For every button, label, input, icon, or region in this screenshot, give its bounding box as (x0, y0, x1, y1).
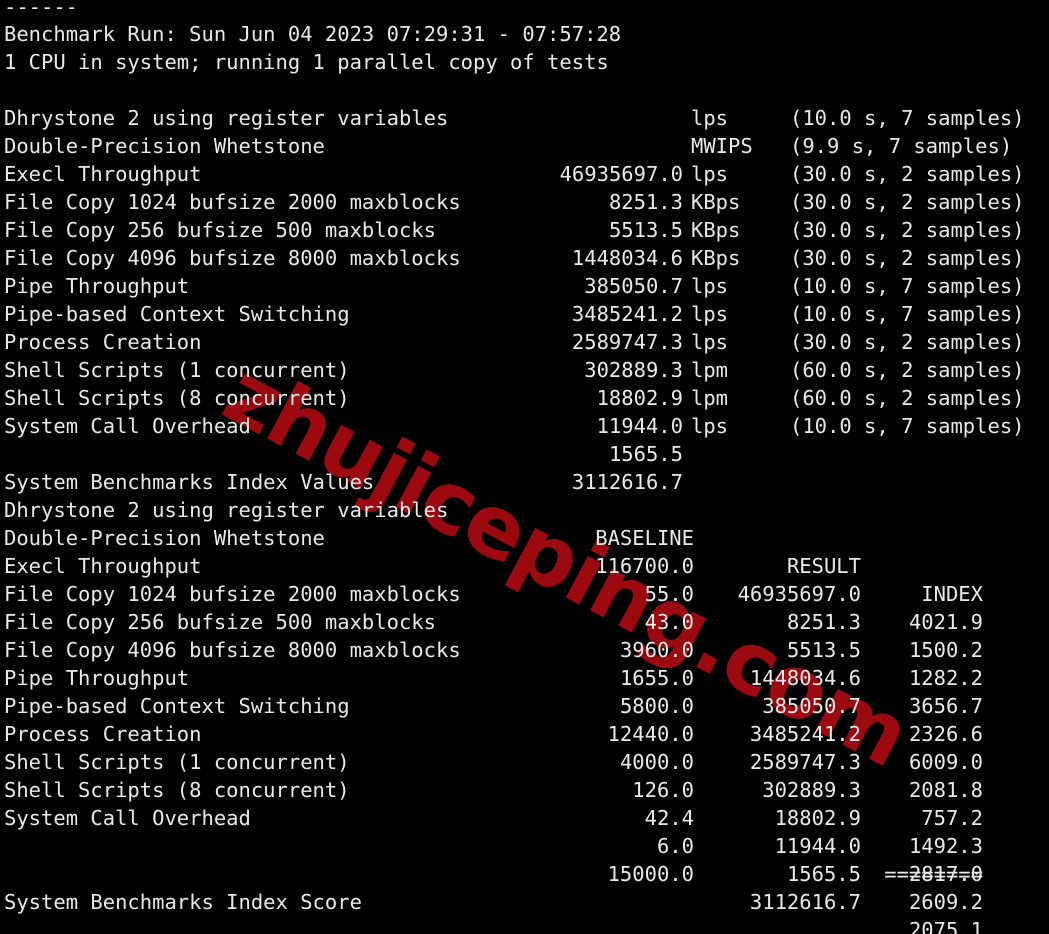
result-unit: lps (691, 162, 729, 186)
index-table-row: File Copy 256 bufsize 500 maxblocks 1655… (0, 608, 983, 746)
index-table-row: Dhrystone 2 using register variables 116… (0, 496, 983, 634)
terminal-window: zhujiceping.com ------------------------… (0, 0, 1049, 934)
index-table-row: Execl Throughput 43.0 5513.5 1282.2 (0, 552, 983, 690)
result-label: File Copy 4096 bufsize 8000 maxblocks (4, 246, 461, 270)
result-row: Pipe-based Context Switching 302889.3 lp… (0, 300, 1025, 382)
index-table-row: Shell Scripts (1 concurrent) 42.4 11944.… (0, 748, 983, 886)
score-separator-row: ======== (0, 832, 983, 886)
result-unit: MWIPS (691, 134, 753, 158)
index-score-label: System Benchmarks Index Score (4, 890, 362, 914)
separator-rule-top: ----------------------------------------… (0, 0, 74, 20)
index-table-row: Pipe-based Context Switching 4000.0 3028… (0, 692, 983, 830)
result-row: Double-Precision Whetstone 8251.3 MWIPS … (0, 132, 1012, 214)
result-label: File Copy 1024 bufsize 2000 maxblocks (4, 190, 461, 214)
index-row-label: File Copy 256 bufsize 500 maxblocks (4, 610, 436, 634)
index-table-row: Shell Scripts (8 concurrent) 6.0 1565.5 … (0, 776, 983, 914)
result-label: System Call Overhead (4, 414, 251, 438)
result-label: Process Creation (4, 330, 202, 354)
result-detail: (30.0 s, 2 samples) (790, 218, 1025, 242)
index-table-row: Pipe Throughput 12440.0 2589747.3 2081.8 (0, 664, 983, 802)
result-row: System Call Overhead 3112616.7 lps (10.0… (0, 412, 1025, 494)
result-row: Shell Scripts (1 concurrent) 11944.0 lpm… (0, 356, 1025, 438)
index-table-row: File Copy 4096 bufsize 8000 maxblocks 58… (0, 636, 983, 774)
result-row: Dhrystone 2 using register variables 469… (0, 104, 1025, 186)
result-label: File Copy 256 bufsize 500 maxblocks (4, 218, 436, 242)
result-detail: (10.0 s, 7 samples) (790, 302, 1025, 326)
result-row: File Copy 4096 bufsize 8000 maxblocks 34… (0, 244, 1025, 326)
index-row-label: File Copy 1024 bufsize 2000 maxblocks (4, 582, 461, 606)
index-row-baseline: 6.0 (656, 834, 694, 858)
result-label: Pipe Throughput (4, 274, 190, 298)
result-unit: lpm (691, 358, 729, 382)
index-row-label: Dhrystone 2 using register variables (4, 498, 449, 522)
index-row-label: Execl Throughput (4, 554, 202, 578)
result-detail: (9.9 s, 7 samples) (790, 134, 1013, 158)
result-value: 1565.5 (608, 442, 683, 466)
index-score-row: System Benchmarks Index Score 2218.2 (0, 888, 362, 916)
result-label: Execl Throughput (4, 162, 202, 186)
cpu-info-text: 1 CPU in system; running 1 parallel copy… (4, 50, 609, 74)
result-detail: (60.0 s, 2 samples) (790, 386, 1025, 410)
index-row-label: System Call Overhead (4, 806, 251, 830)
index-row-label: Pipe-based Context Switching (4, 694, 350, 718)
result-detail: (10.0 s, 7 samples) (790, 106, 1025, 130)
result-unit: KBps (691, 246, 741, 270)
index-row-label: Double-Precision Whetstone (4, 526, 325, 550)
result-unit: lps (691, 274, 729, 298)
result-detail: (60.0 s, 2 samples) (790, 358, 1025, 382)
result-unit: lps (691, 106, 729, 130)
result-row: File Copy 1024 bufsize 2000 maxblocks 14… (0, 188, 1025, 270)
separator-rule-text: ----------------------------------------… (4, 0, 74, 19)
index-table-row: Double-Precision Whetstone 55.0 8251.3 1… (0, 524, 983, 662)
result-label: Dhrystone 2 using register variables (4, 106, 449, 130)
index-row-label: File Copy 4096 bufsize 8000 maxblocks (4, 638, 461, 662)
result-label: Pipe-based Context Switching (4, 302, 350, 326)
index-table-row: System Call Overhead 15000.0 3112616.7 2… (0, 804, 983, 934)
result-row: Pipe Throughput 2589747.3 lps (10.0 s, 7… (0, 272, 1025, 354)
result-row: Shell Scripts (8 concurrent) 1565.5 lpm … (0, 384, 1025, 466)
result-row: Process Creation 18802.9 lps (30.0 s, 2 … (0, 328, 1025, 410)
index-row-label: Shell Scripts (8 concurrent) (4, 778, 350, 802)
index-row-label: Pipe Throughput (4, 666, 190, 690)
index-table-row: File Copy 1024 bufsize 2000 maxblocks 39… (0, 580, 983, 718)
result-detail: (30.0 s, 2 samples) (790, 162, 1025, 186)
index-row-label: Shell Scripts (1 concurrent) (4, 750, 350, 774)
result-unit: lps (691, 330, 729, 354)
result-label: Shell Scripts (8 concurrent) (4, 386, 350, 410)
result-unit: lps (691, 414, 729, 438)
result-detail: (30.0 s, 2 samples) (790, 190, 1025, 214)
index-table-title: System Benchmarks Index Values (4, 470, 375, 494)
terminal-output: ----------------------------------------… (0, 0, 1025, 934)
score-separator: ======== (884, 862, 983, 886)
result-detail: (10.0 s, 7 samples) (790, 274, 1025, 298)
result-unit: lps (691, 302, 729, 326)
result-detail: (10.0 s, 7 samples) (790, 414, 1025, 438)
result-row: File Copy 256 bufsize 500 maxblocks 3850… (0, 216, 1025, 298)
result-unit: lpm (691, 386, 729, 410)
result-detail: (30.0 s, 2 samples) (790, 330, 1025, 354)
benchmark-run-line: Benchmark Run: Sun Jun 04 2023 07:29:31 … (0, 20, 621, 48)
index-table-row: Process Creation 126.0 18802.9 1492.3 (0, 720, 983, 858)
result-label: Shell Scripts (1 concurrent) (4, 358, 350, 382)
index-table-header: System Benchmarks Index Values BASELINE … (0, 468, 983, 606)
result-detail: (30.0 s, 2 samples) (790, 246, 1025, 270)
result-unit: KBps (691, 218, 741, 242)
result-label: Double-Precision Whetstone (4, 134, 325, 158)
index-row-label: Process Creation (4, 722, 202, 746)
cpu-info-line: 1 CPU in system; running 1 parallel copy… (0, 48, 609, 76)
result-row: Execl Throughput 5513.5 lps (30.0 s, 2 s… (0, 160, 1025, 242)
index-row-index: 2075.1 (908, 918, 983, 934)
benchmark-run-text: Benchmark Run: Sun Jun 04 2023 07:29:31 … (4, 22, 622, 46)
result-unit: KBps (691, 190, 741, 214)
